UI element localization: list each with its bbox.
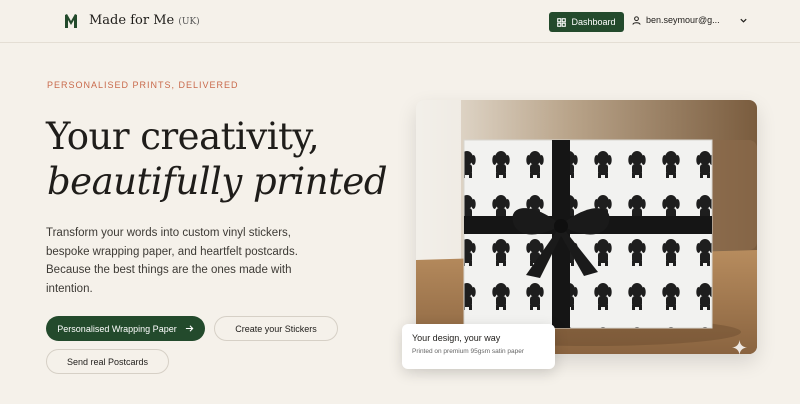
hero-image (416, 100, 757, 354)
wrapping-paper-button[interactable]: Personalised Wrapping Paper (46, 316, 205, 341)
send-postcards-label: Send real Postcards (66, 356, 149, 367)
user-icon (632, 15, 641, 25)
hero-title-line1: Your creativity, (46, 115, 320, 158)
create-stickers-label: Create your Stickers (235, 323, 317, 334)
hero-eyebrow: PERSONALISED PRINTS, DELIVERED (47, 80, 239, 90)
hero-description: Transform your words into custom vinyl s… (46, 227, 298, 295)
arrow-right-icon (185, 325, 194, 332)
brand-name[interactable]: Made for Me (UK) (89, 13, 200, 28)
dashboard-label: Dashboard (571, 17, 616, 27)
chevron-down-icon[interactable] (739, 16, 748, 25)
brand-title: Made for Me (89, 13, 175, 28)
brand-region: (UK) (178, 17, 200, 27)
send-postcards-button[interactable]: Send real Postcards (46, 349, 169, 374)
user-email: ben.seymour@g... (646, 15, 720, 25)
sparkle-icon (732, 340, 747, 355)
feature-card: Your design, your way Printed on premium… (402, 324, 555, 369)
feature-card-title: Your design, your way (412, 333, 501, 343)
site-header: Made for Me (UK) Dashboard ben.seymour@g… (0, 0, 800, 43)
feature-card-subtitle: Printed on premium 95gsm satin paper (412, 348, 525, 355)
wrapping-paper-label: Personalised Wrapping Paper (57, 323, 177, 334)
logo-mark-icon[interactable] (64, 13, 78, 29)
user-menu[interactable]: ben.seymour@g... (632, 15, 748, 25)
hero-title-line2: beautifully printed (47, 160, 388, 203)
dashboard-button[interactable]: Dashboard (549, 12, 624, 32)
create-stickers-button[interactable]: Create your Stickers (214, 316, 338, 341)
grid-icon (557, 17, 567, 27)
